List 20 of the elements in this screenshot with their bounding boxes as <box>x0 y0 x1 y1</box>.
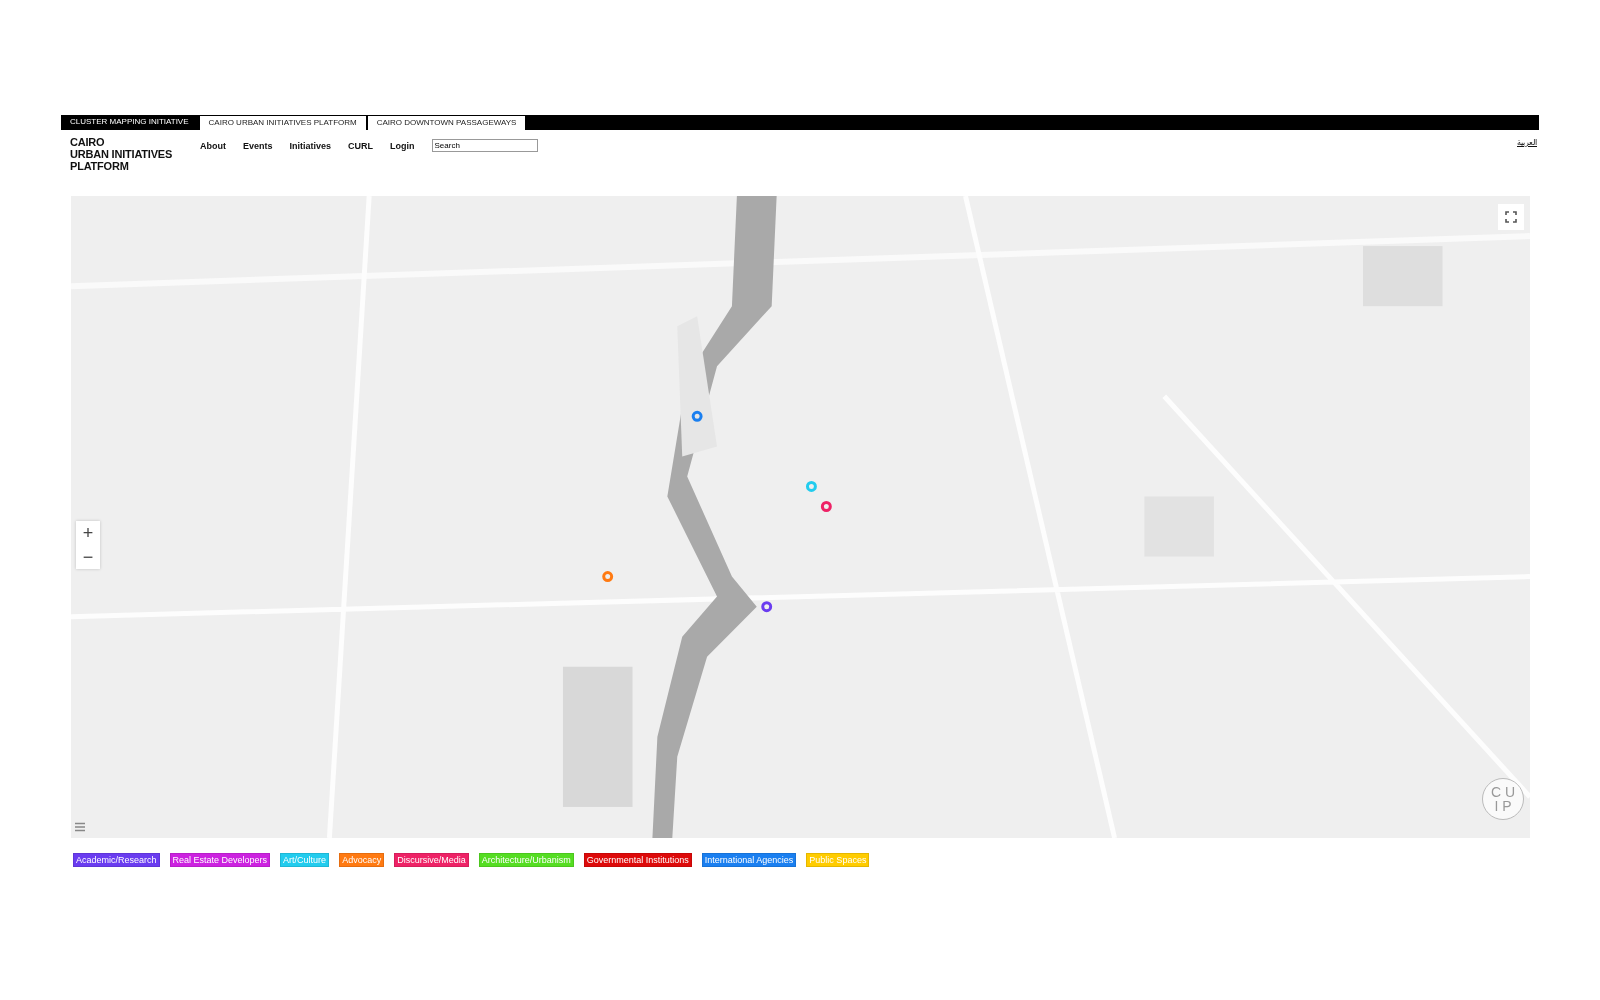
site-tab[interactable]: CAIRO URBAN INITIATIVES PLATFORM <box>199 116 366 130</box>
fullscreen-button[interactable] <box>1498 204 1524 230</box>
search-field[interactable]: Search <box>431 139 538 152</box>
nav-link[interactable]: CURL <box>348 141 374 151</box>
nav-link[interactable]: Login <box>390 141 415 151</box>
category-tag[interactable]: Real Estate Developers <box>169 853 271 867</box>
menu-icon[interactable] <box>74 822 86 832</box>
category-tag[interactable]: Discursive/Media <box>394 853 469 867</box>
nav-link[interactable]: Initiatives <box>289 141 332 151</box>
language-link[interactable]: العربية <box>1517 136 1537 147</box>
site-logo[interactable]: CAIRO URBAN INITIATIVES PLATFORM <box>70 136 200 172</box>
fullscreen-icon <box>1505 211 1517 223</box>
category-tag[interactable]: Governmental Institutions <box>583 853 692 867</box>
category-tag[interactable]: International Agencies <box>701 853 797 867</box>
category-tag[interactable]: Academic/Research <box>73 853 160 867</box>
nav-link[interactable]: Events <box>243 141 273 151</box>
zoom-out-button[interactable]: − <box>76 545 100 569</box>
zoom-in-button[interactable]: + <box>76 521 100 545</box>
nav-link[interactable]: About <box>200 141 226 151</box>
site-tab[interactable]: CAIRO DOWNTOWN PASSAGEWAYS <box>367 116 526 130</box>
